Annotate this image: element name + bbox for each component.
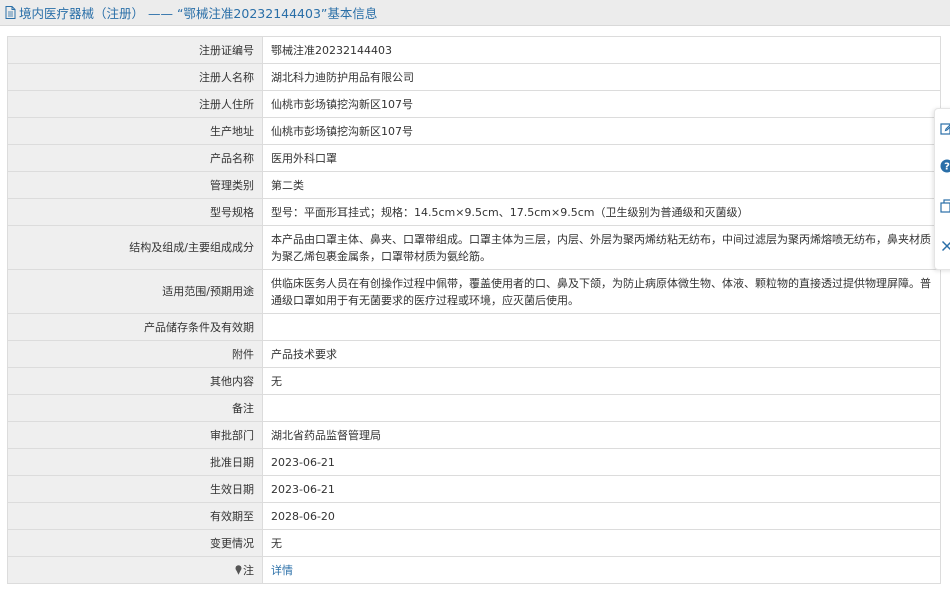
- row-label: 注册人名称: [7, 63, 263, 91]
- table-row: 批准日期 2023-06-21: [7, 448, 941, 476]
- row-label: 型号规格: [7, 198, 263, 226]
- row-value: [262, 394, 941, 422]
- note-row: 注 详情: [7, 556, 941, 584]
- row-label: 批准日期: [7, 448, 263, 476]
- row-value: 无: [262, 529, 941, 557]
- table-row: 其他内容 无: [7, 367, 941, 395]
- table-row: 适用范围/预期用途 供临床医务人员在有创操作过程中佩带，覆盖使用者的口、鼻及下颌…: [7, 269, 941, 314]
- table-row: 生效日期 2023-06-21: [7, 475, 941, 503]
- row-value: 湖北科力迪防护用品有限公司: [262, 63, 941, 91]
- row-value: 鄂械注准20232144403: [262, 36, 941, 64]
- note-label-cell: 注: [7, 556, 263, 584]
- detail-link[interactable]: 详情: [271, 564, 293, 577]
- table-row: 审批部门 湖北省药品监督管理局: [7, 421, 941, 449]
- row-label: 其他内容: [7, 367, 263, 395]
- table-row: 变更情况 无: [7, 529, 941, 557]
- note-label: 注: [243, 563, 254, 577]
- copy-icon[interactable]: [940, 199, 950, 213]
- table-row: 产品储存条件及有效期: [7, 313, 941, 341]
- row-value: 产品技术要求: [262, 340, 941, 368]
- table-row: 附件 产品技术要求: [7, 340, 941, 368]
- row-value: 无: [262, 367, 941, 395]
- table-row: 产品名称 医用外科口罩: [7, 144, 941, 172]
- help-glyph: ?: [944, 162, 950, 173]
- row-label: 注册证编号: [7, 36, 263, 64]
- row-label: 审批部门: [7, 421, 263, 449]
- row-value: 第二类: [262, 171, 941, 199]
- row-value: 仙桃市彭场镇挖沟新区107号: [262, 117, 941, 145]
- row-value: 本产品由口罩主体、鼻夹、口罩带组成。口罩主体为三层，内层、外层为聚丙烯纺粘无纺布…: [262, 225, 941, 270]
- edit-icon[interactable]: [940, 121, 950, 135]
- table-row: 生产地址 仙桃市彭场镇挖沟新区107号: [7, 117, 941, 145]
- table-row: 注册证编号 鄂械注准20232144403: [7, 36, 941, 64]
- row-value: 医用外科口罩: [262, 144, 941, 172]
- document-icon: [5, 6, 16, 19]
- row-value: 2028-06-20: [262, 502, 941, 530]
- row-label: 产品名称: [7, 144, 263, 172]
- floating-toolbar: ?: [934, 108, 950, 270]
- row-label: 管理类别: [7, 171, 263, 199]
- table-row: 管理类别 第二类: [7, 171, 941, 199]
- row-value: 型号：平面形耳挂式；规格：14.5cm×9.5cm、17.5cm×9.5cm（卫…: [262, 198, 941, 226]
- row-label: 生产地址: [7, 117, 263, 145]
- page-header: 境内医疗器械（注册） —— “鄂械注准20232144403”基本信息: [0, 0, 950, 26]
- table-row: 注册人住所 仙桃市彭场镇挖沟新区107号: [7, 90, 941, 118]
- row-label: 有效期至: [7, 502, 263, 530]
- row-label: 产品储存条件及有效期: [7, 313, 263, 341]
- close-icon[interactable]: [940, 239, 950, 253]
- row-label: 变更情况: [7, 529, 263, 557]
- row-value: [262, 313, 941, 341]
- table-row: 备注: [7, 394, 941, 422]
- page-title: 境内医疗器械（注册） —— “鄂械注准20232144403”基本信息: [19, 6, 378, 21]
- row-label: 注册人住所: [7, 90, 263, 118]
- table-row: 注册人名称 湖北科力迪防护用品有限公司: [7, 63, 941, 91]
- row-value: 2023-06-21: [262, 448, 941, 476]
- info-table: 注册证编号 鄂械注准20232144403 注册人名称 湖北科力迪防护用品有限公…: [7, 36, 941, 584]
- row-label: 附件: [7, 340, 263, 368]
- row-value: 湖北省药品监督管理局: [262, 421, 941, 449]
- row-label: 适用范围/预期用途: [7, 269, 263, 314]
- row-value: 仙桃市彭场镇挖沟新区107号: [262, 90, 941, 118]
- row-label: 备注: [7, 394, 263, 422]
- table-row: 型号规格 型号：平面形耳挂式；规格：14.5cm×9.5cm、17.5cm×9.…: [7, 198, 941, 226]
- row-label: 结构及组成/主要组成成分: [7, 225, 263, 270]
- help-icon[interactable]: ?: [940, 159, 950, 173]
- row-value: 供临床医务人员在有创操作过程中佩带，覆盖使用者的口、鼻及下颌，为防止病原体微生物…: [262, 269, 941, 314]
- note-value-cell: 详情: [262, 556, 941, 584]
- pin-icon: [235, 564, 242, 575]
- row-label: 生效日期: [7, 475, 263, 503]
- row-value: 2023-06-21: [262, 475, 941, 503]
- table-row: 有效期至 2028-06-20: [7, 502, 941, 530]
- table-row: 结构及组成/主要组成成分 本产品由口罩主体、鼻夹、口罩带组成。口罩主体为三层，内…: [7, 225, 941, 270]
